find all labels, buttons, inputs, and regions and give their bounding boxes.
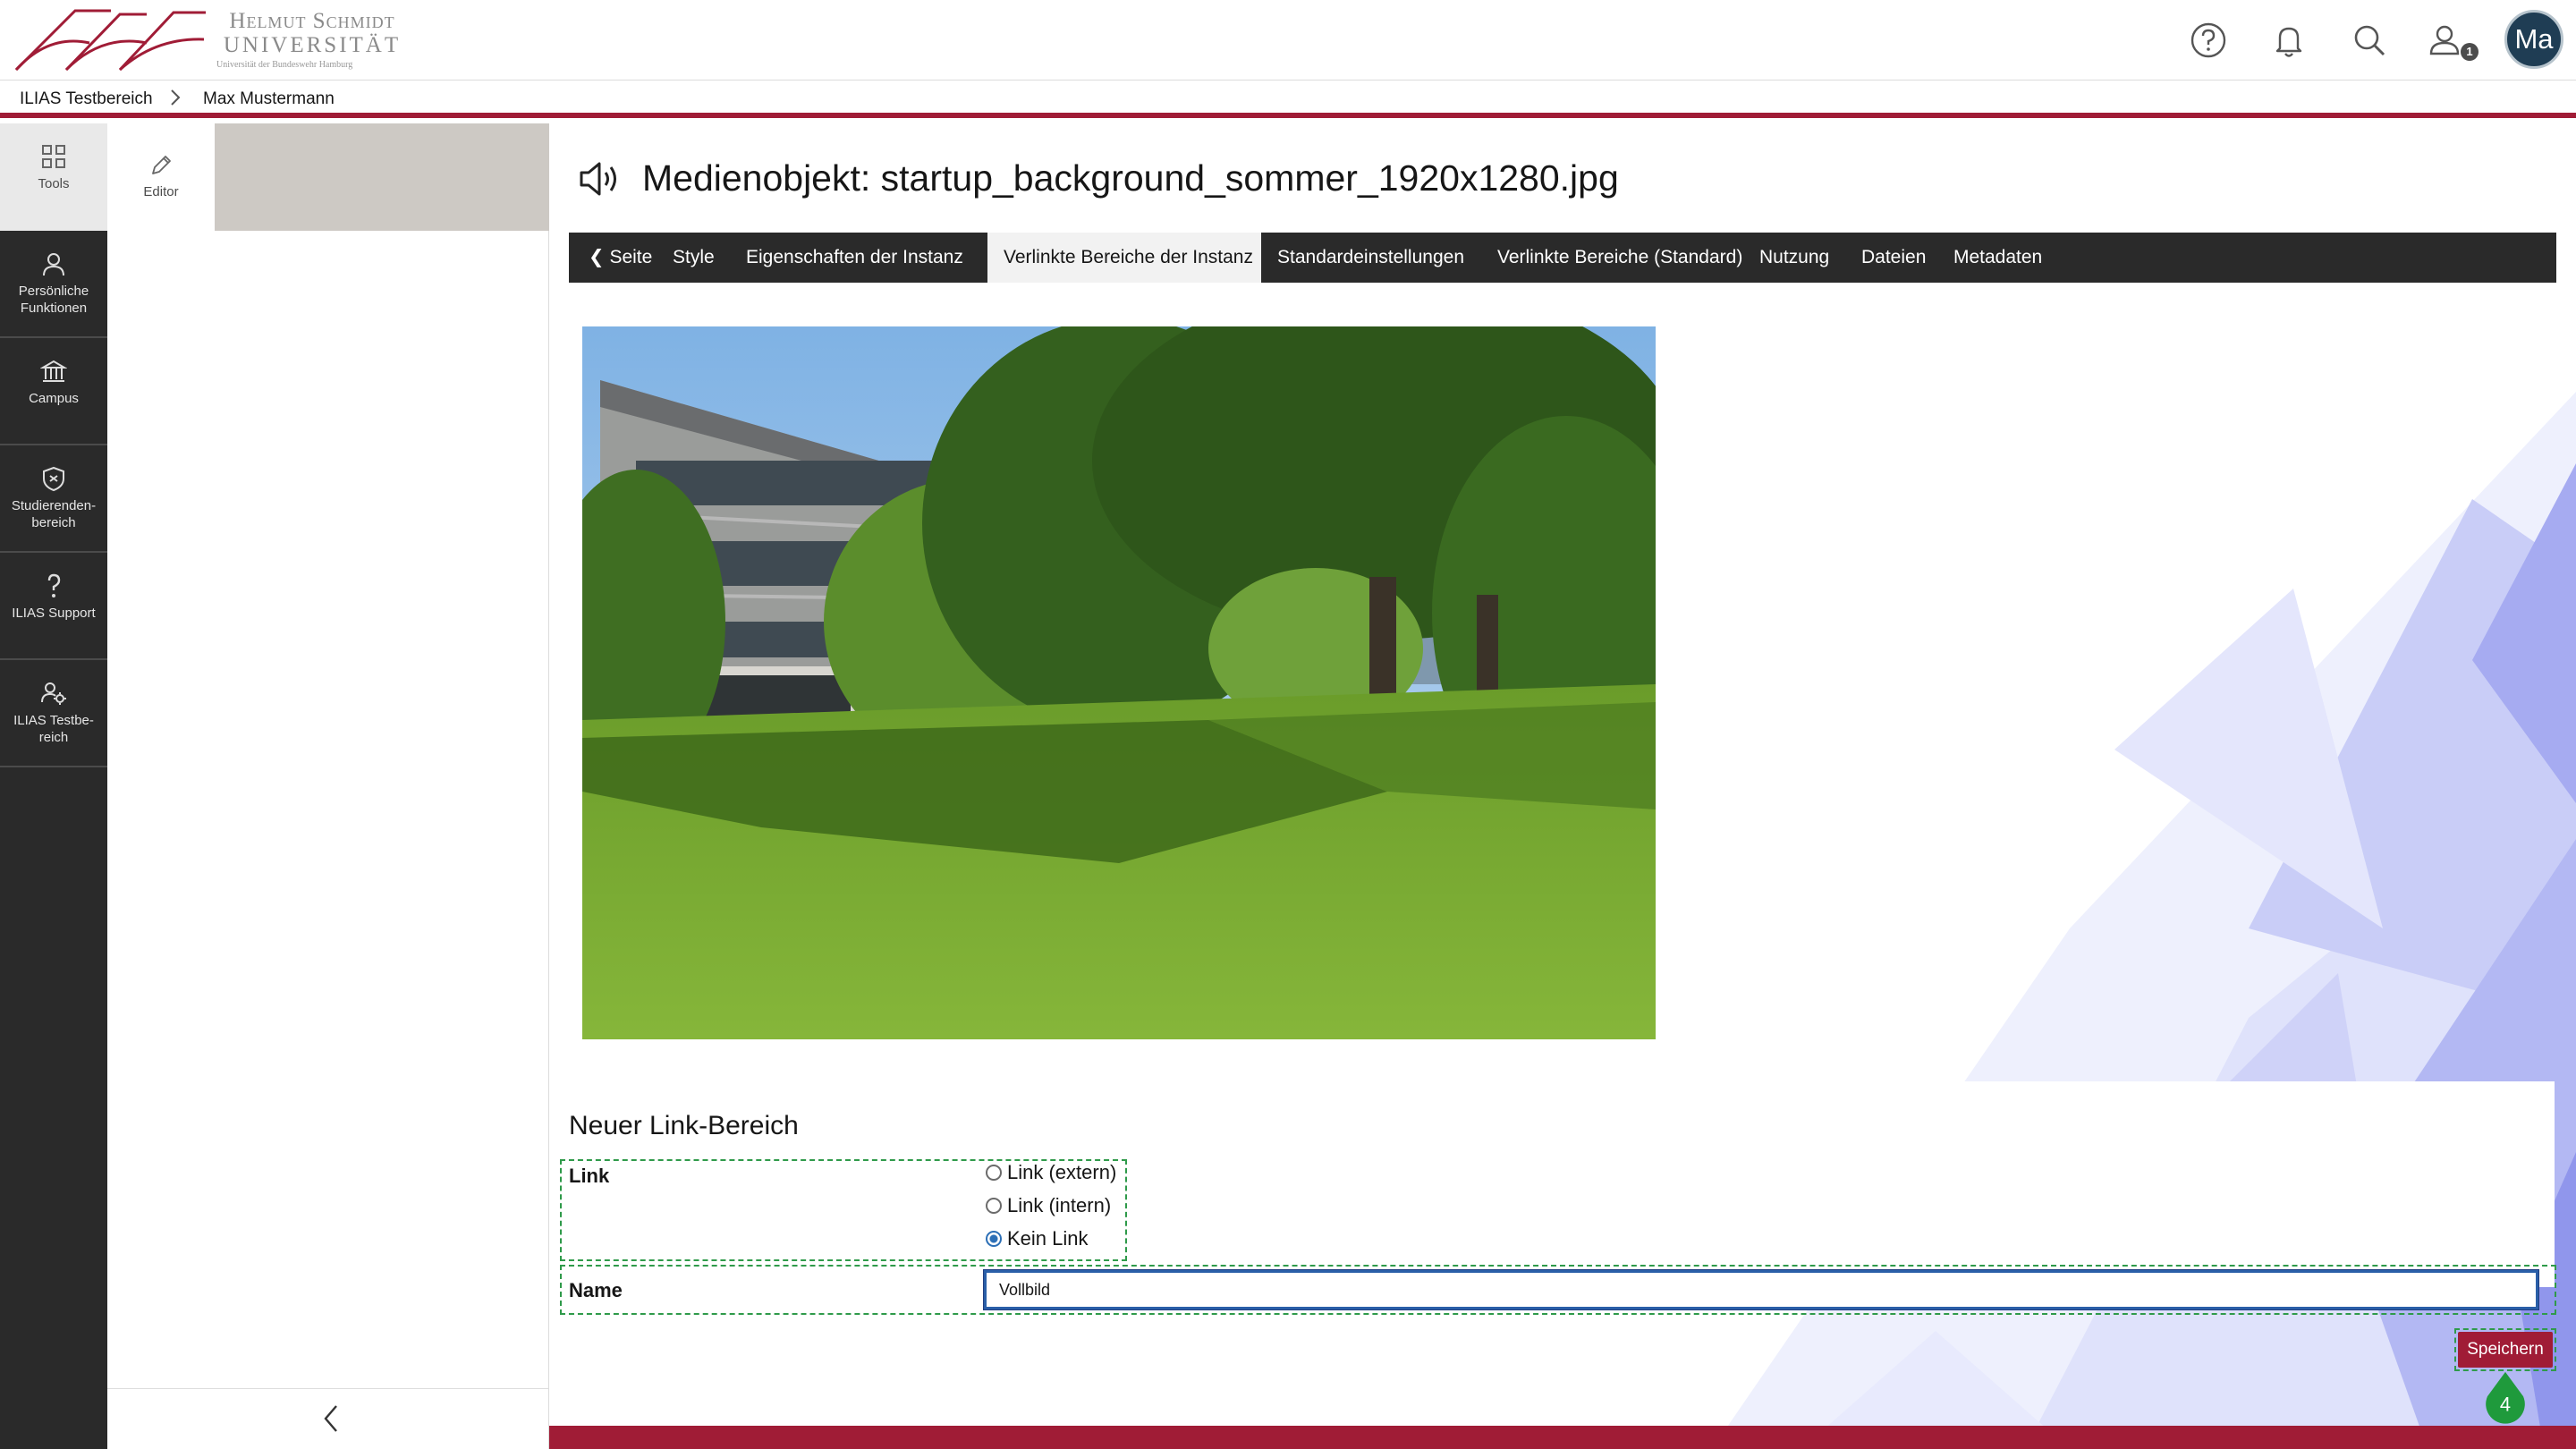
tab-standardeinstellungen[interactable]: Standardeinstellungen xyxy=(1261,233,1480,283)
user-gear-icon xyxy=(41,682,66,705)
breadcrumb-item-testbereich[interactable]: ILIAS Testbereich xyxy=(20,89,153,109)
breadcrumb-item-user[interactable]: Max Mustermann xyxy=(203,89,335,109)
shield-icon xyxy=(43,466,64,492)
footer-bar xyxy=(549,1426,2576,1449)
tab-bar: ❮ Seite Style Eigenschaften der Instanz … xyxy=(569,233,2556,283)
tab-back-seite[interactable]: ❮ Seite xyxy=(580,233,661,283)
link-label: Link xyxy=(569,1165,610,1187)
mainbar-item-label: Campus xyxy=(29,391,79,406)
page-title: Medienobjekt: startup_background_sommer_… xyxy=(642,157,1619,199)
mainbar-item-studierendenbereich[interactable]: Studierenden- bereich xyxy=(0,445,107,553)
mainbar-item-label-2: Funktionen xyxy=(20,301,88,316)
tab-back-label: Seite xyxy=(609,247,653,267)
slate-divider xyxy=(107,1388,549,1389)
grid-icon xyxy=(42,145,65,168)
slate-editor-label: Editor xyxy=(143,184,179,199)
name-label: Name xyxy=(569,1279,623,1301)
university-logo[interactable]: Helmut Schmidt Universität Universität d… xyxy=(13,5,406,75)
user-icon xyxy=(43,253,64,276)
radio-link-intern[interactable]: Link (intern) xyxy=(986,1194,1111,1217)
search-icon[interactable] xyxy=(2349,20,2390,61)
radio-label: Link (intern) xyxy=(1007,1194,1112,1216)
radio-kein-link[interactable]: Kein Link xyxy=(986,1227,1089,1250)
mainbar-item-ilias-testbereich[interactable]: ILIAS Testbe- reich xyxy=(0,660,107,767)
speaker-icon xyxy=(580,162,616,196)
tab-metadaten[interactable]: Metadaten xyxy=(1937,233,2058,283)
tab-verlinkte-bereiche-standard[interactable]: Verlinkte Bereiche (Standard) xyxy=(1481,233,1758,283)
step-marker-4: 4 xyxy=(2486,1371,2525,1424)
logo-name-line2: Universität xyxy=(223,33,402,57)
tab-dateien[interactable]: Dateien xyxy=(1845,233,1942,283)
main-bar: Tools Persönliche Funktionen Campus Stud… xyxy=(0,123,107,1449)
chevron-left-icon: ❮ xyxy=(589,247,605,267)
tab-style[interactable]: Style xyxy=(657,233,731,283)
mainbar-item-label: Studierenden- xyxy=(11,498,97,513)
mainbar-item-label: Tools xyxy=(38,176,70,191)
mainbar-item-ilias-support[interactable]: ILIAS Support xyxy=(0,553,107,660)
radio-link-extern[interactable]: Link (extern) xyxy=(986,1161,1116,1184)
mainbar-item-campus[interactable]: Campus xyxy=(0,338,107,445)
mainbar-item-label-2: reich xyxy=(38,730,69,745)
logo-mark-icon xyxy=(14,9,206,72)
radio-label: Link (extern) xyxy=(1007,1161,1117,1183)
mainbar-item-label: ILIAS Support xyxy=(12,606,96,621)
mainbar-item-label-2: bereich xyxy=(31,515,76,530)
tab-verlinkte-bereiche-instanz[interactable]: Verlinkte Bereiche der Instanz xyxy=(987,233,1261,283)
mainbar-item-persoenliche-funktionen[interactable]: Persönliche Funktionen xyxy=(0,231,107,338)
breadcrumb: ILIAS Testbereich Max Mustermann xyxy=(0,80,2576,118)
media-object-image[interactable] xyxy=(582,326,1656,1039)
mainbar-item-label: Persönliche xyxy=(18,284,89,299)
tools-slate: Editor xyxy=(107,123,549,1449)
top-header: Helmut Schmidt Universität Universität d… xyxy=(0,0,2576,80)
building-icon xyxy=(40,360,67,382)
name-input[interactable] xyxy=(983,1269,2539,1310)
bell-icon[interactable] xyxy=(2268,20,2309,61)
radio-button-selected[interactable] xyxy=(986,1231,1002,1247)
radio-button[interactable] xyxy=(986,1165,1002,1181)
radio-button[interactable] xyxy=(986,1198,1002,1214)
chevron-left-icon[interactable] xyxy=(318,1401,345,1436)
radio-label: Kein Link xyxy=(1007,1227,1089,1250)
help-icon[interactable] xyxy=(2188,20,2229,61)
slate-header-area xyxy=(215,123,549,231)
mainbar-item-tools[interactable]: Tools xyxy=(0,123,107,231)
tab-eigenschaften-instanz[interactable]: Eigenschaften der Instanz xyxy=(730,233,979,283)
avatar[interactable]: Ma xyxy=(2504,10,2563,69)
main-content: Medienobjekt: startup_background_sommer_… xyxy=(549,123,2576,1449)
logo-subtitle: Universität der Bundeswehr Hamburg xyxy=(216,60,353,70)
pencil-icon xyxy=(152,156,171,174)
chevron-right-icon xyxy=(171,89,181,106)
tab-nutzung[interactable]: Nutzung xyxy=(1743,233,1845,283)
logo-name-line1: Helmut Schmidt xyxy=(229,9,395,33)
form-title: Neuer Link-Bereich xyxy=(569,1111,799,1140)
step-marker-number: 4 xyxy=(2500,1393,2511,1415)
save-button[interactable]: Speichern xyxy=(2458,1332,2553,1368)
mainbar-item-label: ILIAS Testbe- xyxy=(13,713,94,728)
user-online-icon[interactable] xyxy=(2424,20,2465,61)
question-icon xyxy=(47,573,61,597)
slate-editor-button[interactable]: Editor xyxy=(107,123,215,231)
notification-badge: 1 xyxy=(2461,43,2479,61)
